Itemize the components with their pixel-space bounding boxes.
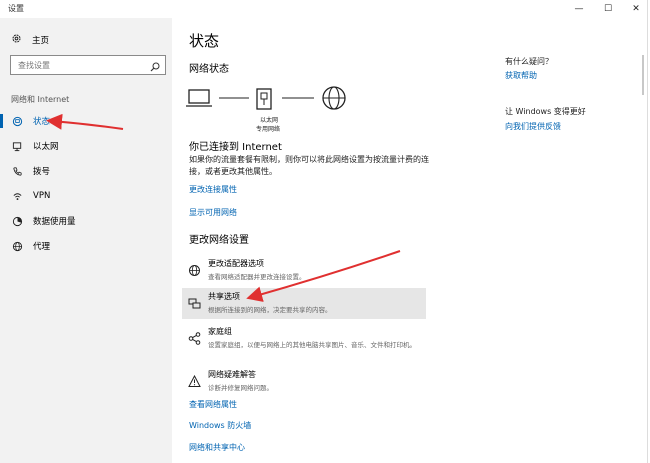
windows-firewall-link[interactable]: Windows 防火墙 [189, 420, 251, 431]
gear-icon [11, 33, 22, 47]
option-troubleshooter[interactable]: 网络疑难解答 诊断并修复网络问题。 [182, 366, 426, 397]
network-sharing-center-link[interactable]: 网络和共享中心 [189, 442, 245, 453]
ethernet-icon [11, 140, 23, 152]
main-content: 状态 网络状态 以太网 专用网络 你已连接到 Internet 如果你的流量套餐… [172, 18, 642, 463]
option-adapter[interactable]: 更改适配器选项 查看网络适配器并更改连接设置。 [182, 255, 426, 286]
network-status-heading: 网络状态 [189, 64, 229, 75]
computer-icon [186, 89, 212, 107]
window-border [647, 0, 648, 463]
sidebar-item-label: VPN [33, 191, 51, 201]
sidebar-item-ethernet[interactable]: 以太网 [0, 135, 172, 157]
search-placeholder: 查找设置 [18, 61, 50, 70]
scrollbar[interactable] [642, 55, 644, 95]
section-label: 网络和 Internet [11, 95, 70, 104]
sidebar-item-dialup[interactable]: 拨号 [0, 160, 172, 182]
sidebar-item-vpn[interactable]: VPN [0, 185, 172, 207]
question-heading: 有什么疑问？ [505, 57, 553, 66]
view-network-properties-link[interactable]: 查看网络属性 [189, 399, 237, 410]
option-description: 设置家庭组，以便与网络上的其他电脑共享图片、音乐、文件和打印机。 [208, 341, 416, 349]
ethernet-adapter-icon [256, 88, 272, 110]
sidebar-item-label: 拨号 [33, 167, 51, 177]
homegroup-icon [188, 330, 201, 349]
option-title: 网络疑难解答 [208, 370, 256, 379]
close-button[interactable]: ✕ [622, 0, 650, 18]
show-available-networks-link[interactable]: 显示可用网络 [189, 207, 237, 218]
sidebar-item-status[interactable]: 状态 [0, 110, 172, 132]
sidebar-item-label: 代理 [33, 242, 51, 252]
sidebar-item-label: 数据使用量 [33, 217, 76, 227]
change-network-settings-heading: 更改网络设置 [189, 235, 249, 246]
option-title: 更改适配器选项 [208, 259, 264, 268]
connected-description: 如果你的流量套餐有限制，则你可以将此网络设置为按流量计费的连接，或者更改其他属性… [189, 155, 429, 176]
proxy-globe-icon [11, 240, 23, 252]
ethernet-label: 以太网 [260, 117, 279, 124]
sidebar-item-label: 状态 [33, 117, 51, 127]
minimize-button[interactable]: — [565, 0, 593, 18]
search-input[interactable]: 查找设置 [10, 55, 166, 75]
feedback-link[interactable]: 向我们提供反馈 [505, 121, 561, 132]
warning-icon [188, 373, 201, 392]
maximize-button[interactable]: ☐ [594, 0, 622, 18]
home-nav-item[interactable]: 主页 [11, 33, 49, 47]
network-type-label: 专用网络 [256, 126, 281, 133]
sharing-icon [188, 295, 201, 314]
page-title: 状态 [189, 32, 220, 50]
home-label: 主页 [32, 36, 50, 46]
option-description: 诊断并修复网络问题。 [208, 384, 273, 392]
title-bar: 设置 — ☐ ✕ [0, 0, 650, 18]
option-description: 查看网络适配器并更改连接设置。 [208, 273, 306, 281]
get-help-link[interactable]: 获取帮助 [505, 70, 537, 81]
sidebar: 主页 查找设置 网络和 Internet 状态 以太网 拨号 VPN 数据使用量… [0, 18, 172, 463]
change-connection-properties-link[interactable]: 更改连接属性 [189, 184, 237, 195]
search-icon[interactable] [149, 58, 161, 77]
window-title: 设置 [8, 4, 24, 13]
sidebar-item-proxy[interactable]: 代理 [0, 235, 172, 257]
option-homegroup[interactable]: 家庭组 设置家庭组，以便与网络上的其他电脑共享图片、音乐、文件和打印机。 [182, 323, 426, 354]
vpn-icon [11, 190, 23, 202]
data-usage-icon [11, 215, 23, 227]
sidebar-item-data-usage[interactable]: 数据使用量 [0, 210, 172, 232]
globe-status-icon [11, 115, 23, 127]
option-title: 共享选项 [208, 292, 240, 301]
option-description: 根据所连接到的网络，决定要共享的内容。 [208, 306, 332, 314]
sidebar-item-label: 以太网 [33, 142, 59, 152]
adapter-globe-icon [188, 262, 201, 281]
connected-heading: 你已连接到 Internet [189, 142, 282, 153]
internet-globe-icon [322, 86, 346, 110]
dialup-icon [11, 165, 23, 177]
option-sharing[interactable]: 共享选项 根据所连接到的网络，决定要共享的内容。 [182, 288, 426, 319]
option-title: 家庭组 [208, 327, 232, 336]
improve-heading: 让 Windows 变得更好 [505, 107, 586, 116]
